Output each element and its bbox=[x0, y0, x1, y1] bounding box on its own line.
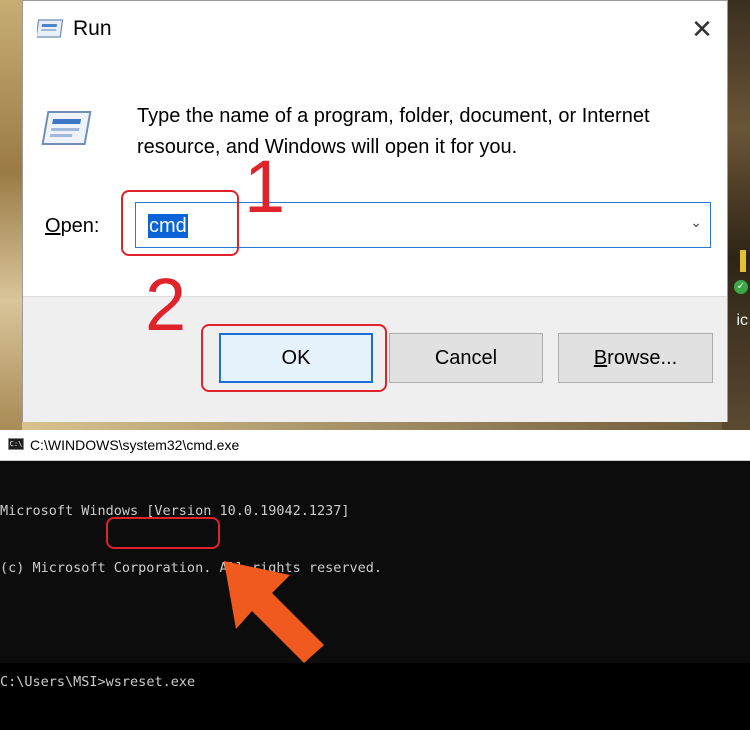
browse-button-label: Browse... bbox=[594, 347, 677, 370]
desktop-left-strip bbox=[0, 0, 22, 430]
browse-button[interactable]: Browse... bbox=[558, 333, 713, 383]
cmd-title: C:\WINDOWS\system32\cmd.exe bbox=[30, 437, 240, 453]
desktop-icon-badge bbox=[740, 250, 746, 272]
cancel-button-label: Cancel bbox=[434, 346, 498, 369]
browse-accelerator: B bbox=[593, 346, 608, 369]
console-command: >wsreset.exe bbox=[97, 674, 196, 690]
desktop-background: ✓ ic Run ✕ Type the name of a program, f… bbox=[0, 0, 750, 430]
run-program-icon bbox=[41, 111, 92, 145]
callout-box-step2 bbox=[201, 324, 387, 392]
cancel-button[interactable]: Cancel bbox=[389, 333, 543, 383]
close-icon: ✕ bbox=[691, 15, 713, 45]
run-icon bbox=[37, 19, 64, 38]
chevron-down-icon[interactable]: ⌄ bbox=[690, 215, 702, 231]
cmd-title-bar: C:\ C:\WINDOWS\system32\cmd.exe bbox=[0, 430, 750, 461]
title-bar: Run ✕ bbox=[23, 1, 727, 59]
cmd-icon: C:\ bbox=[8, 438, 24, 450]
close-button[interactable]: ✕ bbox=[677, 1, 727, 59]
arrow-icon bbox=[224, 561, 324, 663]
check-icon: ✓ bbox=[734, 280, 748, 294]
open-label: Open: bbox=[45, 215, 100, 238]
desktop-text: ic bbox=[736, 312, 748, 329]
cmd-window: C:\ C:\WINDOWS\system32\cmd.exe Microsof… bbox=[0, 430, 750, 690]
dialog-title: Run bbox=[73, 17, 112, 40]
callout-box-command bbox=[106, 517, 220, 549]
step-number-1: 1 bbox=[244, 145, 286, 228]
step-number-2: 2 bbox=[145, 263, 187, 346]
console-prompt-line: C:\Users\MSI>wsreset.exe bbox=[0, 673, 382, 692]
dialog-description: Type the name of a program, folder, docu… bbox=[137, 105, 650, 158]
browse-label-rest: rowse... bbox=[607, 346, 678, 369]
console-prompt: C:\Users\MSI bbox=[0, 674, 98, 690]
callout-box-step1 bbox=[121, 190, 239, 256]
open-label-rest: pen: bbox=[60, 215, 100, 237]
open-label-accelerator: O bbox=[45, 215, 61, 237]
